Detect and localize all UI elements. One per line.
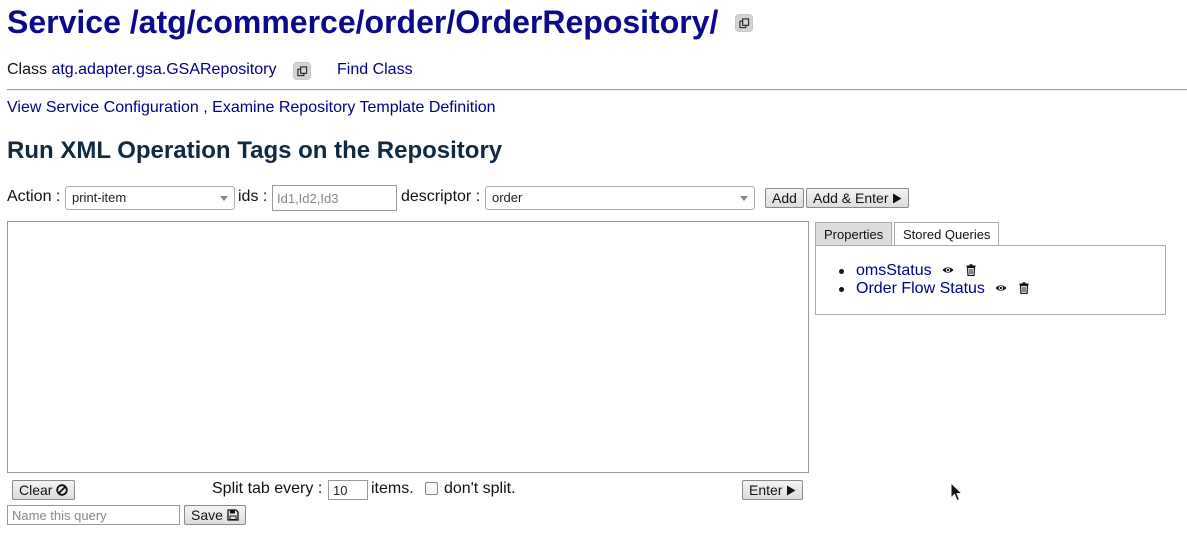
copy-icon[interactable] — [735, 14, 753, 32]
floppy-icon — [227, 509, 239, 521]
clear-button[interactable]: Clear — [12, 480, 76, 500]
dont-split-label: don't split. — [444, 480, 516, 497]
chevron-down-icon — [220, 196, 228, 201]
tab-stored-queries[interactable]: Stored Queries — [894, 222, 1000, 246]
copy-icon[interactable] — [293, 62, 311, 80]
clear-label: Clear — [19, 482, 53, 498]
ids-input[interactable] — [272, 185, 397, 211]
trash-icon[interactable] — [965, 263, 977, 277]
query-name-input[interactable] — [7, 505, 180, 525]
page-title: Service /atg/commerce/order/OrderReposit… — [7, 4, 719, 40]
play-icon — [893, 193, 902, 204]
descriptor-select-value: order — [492, 190, 523, 205]
action-label: Action : — [7, 188, 61, 205]
chevron-down-icon — [740, 196, 748, 201]
eye-icon[interactable] — [942, 263, 954, 275]
examine-template-link[interactable]: Examine Repository Template Definition — [212, 99, 495, 116]
action-select-value: print-item — [72, 190, 127, 205]
class-line: Class atg.adapter.gsa.GSARepository — [7, 60, 276, 80]
descriptor-select[interactable]: order — [485, 186, 755, 210]
add-button[interactable]: Add — [765, 188, 804, 208]
ban-icon — [56, 484, 69, 496]
stored-query-link[interactable]: Order Flow Status — [856, 280, 985, 297]
class-name-link[interactable]: atg.adapter.gsa.GSARepository — [51, 61, 276, 78]
tab-properties[interactable]: Properties — [815, 222, 893, 246]
find-class-link[interactable]: Find Class — [337, 60, 413, 80]
trash-icon[interactable] — [1018, 281, 1030, 295]
add-enter-label: Add & Enter — [813, 190, 889, 206]
save-button[interactable]: Save — [184, 505, 246, 525]
stored-query-link[interactable]: omsStatus — [856, 262, 932, 279]
xml-editor[interactable] — [7, 221, 809, 473]
items-label: items. — [371, 480, 414, 497]
divider — [7, 89, 1187, 91]
stored-query-list: omsStatus Order Flow Status — [839, 262, 1030, 298]
stored-query-item: omsStatus — [839, 262, 1030, 280]
enter-button[interactable]: Enter — [742, 480, 804, 500]
class-prefix: Class — [7, 61, 52, 78]
eye-icon[interactable] — [995, 281, 1007, 293]
links-separator: , — [198, 99, 213, 116]
split-tab-label: Split tab every : — [212, 480, 323, 497]
enter-label: Enter — [749, 482, 783, 498]
ids-label: ids : — [238, 188, 268, 205]
section-heading: Run XML Operation Tags on the Repository — [7, 137, 503, 164]
add-enter-button[interactable]: Add & Enter — [806, 188, 910, 208]
descriptor-label: descriptor : — [401, 188, 481, 205]
split-every-input[interactable] — [328, 480, 368, 500]
stored-queries-panel: omsStatus Order Flow Status — [815, 245, 1166, 315]
service-links: View Service Configuration , Examine Rep… — [7, 98, 496, 118]
mouse-cursor-icon — [950, 482, 964, 502]
save-label: Save — [191, 507, 223, 523]
stored-query-item: Order Flow Status — [839, 280, 1030, 298]
play-icon — [787, 485, 796, 496]
action-select[interactable]: print-item — [65, 186, 235, 210]
view-service-configuration-link[interactable]: View Service Configuration — [7, 99, 199, 116]
dont-split-checkbox[interactable] — [425, 482, 438, 495]
